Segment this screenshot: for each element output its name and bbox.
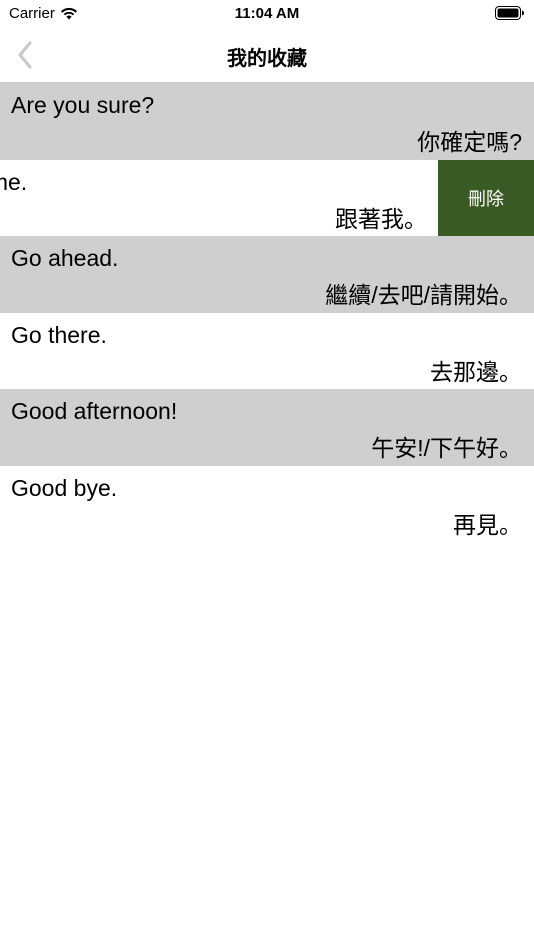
status-bar: Carrier 11:04 AM <box>0 0 534 28</box>
english-phrase: Are you sure? <box>11 92 155 118</box>
english-phrase: Good afternoon! <box>11 398 178 425</box>
english-phrase: Follow me. <box>0 168 28 195</box>
delete-button[interactable]: 刪除 <box>438 159 534 237</box>
navigation-bar: 我的收藏 <box>0 28 534 83</box>
status-time: 11:04 AM <box>234 5 300 22</box>
english-phrase: Go there. <box>11 321 107 348</box>
battery-icon <box>495 6 524 20</box>
chinese-translation: 跟著我。 <box>335 205 427 232</box>
list-item[interactable]: Go there. 去那邊。 <box>0 312 534 390</box>
chinese-translation: 繼續/去吧/請開始。 <box>325 282 522 309</box>
chinese-translation: 你確定嗎? <box>417 129 522 155</box>
list-item[interactable]: Good afternoon! 午安!/下午好。 <box>0 389 534 466</box>
list-item[interactable]: Good bye. 再見。 <box>0 465 534 543</box>
chinese-translation: 再見。 <box>453 511 522 538</box>
english-phrase: Go ahead. <box>11 245 119 272</box>
favorites-list: Are you sure? 你確定嗎? Follow me. 跟著我。 刪除 G… <box>0 83 534 543</box>
english-phrase: Good bye. <box>11 474 118 501</box>
chinese-translation: 午安!/下午好。 <box>371 435 522 462</box>
list-item[interactable]: Are you sure? 你確定嗎? <box>0 83 534 160</box>
list-item-swiped[interactable]: Follow me. 跟著我。 刪除 <box>0 159 534 237</box>
list-item[interactable]: Go ahead. 繼續/去吧/請開始。 <box>0 236 534 313</box>
chinese-translation: 去那邊。 <box>430 358 522 385</box>
page-title: 我的收藏 <box>227 48 307 70</box>
swiped-row-content[interactable]: Follow me. 跟著我。 <box>0 159 439 237</box>
